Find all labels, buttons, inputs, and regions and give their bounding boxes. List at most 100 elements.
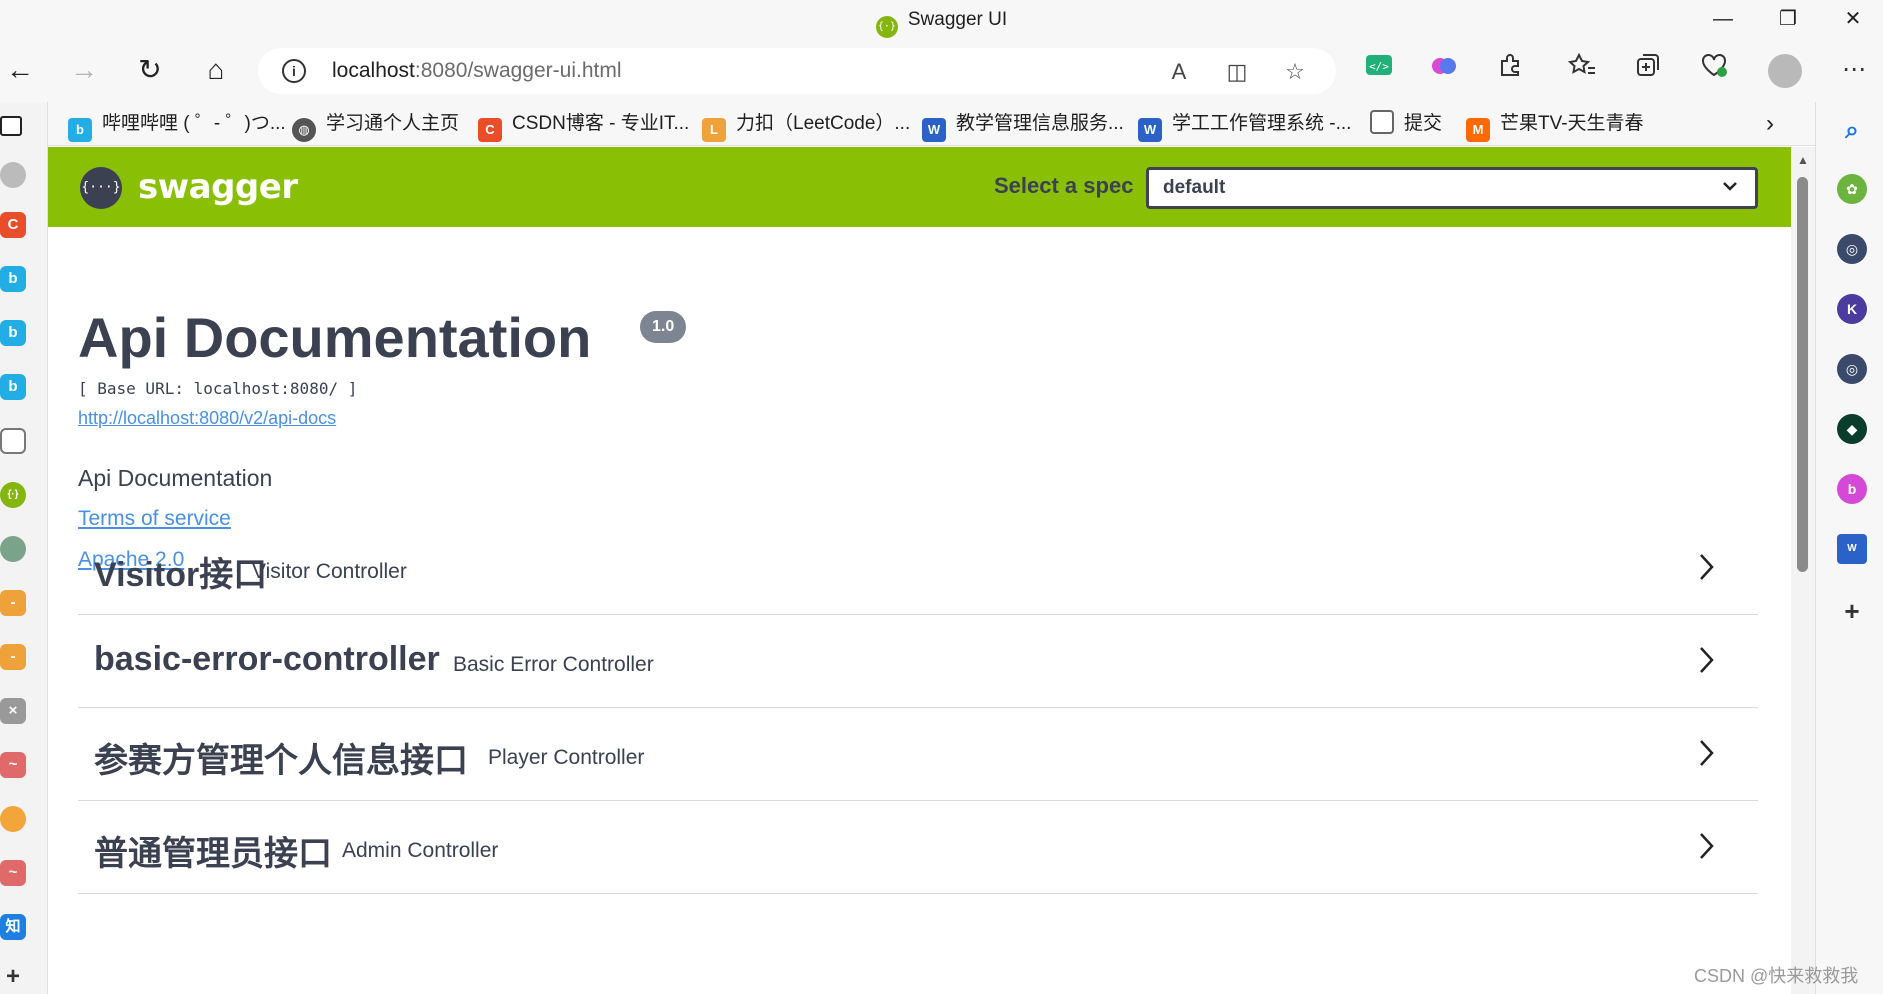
tab-leaf-icon[interactable] <box>0 536 26 562</box>
svg-text:</>: </> <box>1369 60 1389 73</box>
spring-icon[interactable]: ✿ <box>1837 174 1867 204</box>
close-button[interactable]: ✕ <box>1823 0 1883 40</box>
bookmark-teaching[interactable]: W 教学管理信息服务... <box>922 110 1124 142</box>
csdn-watermark: CSDN @快来救救我 <box>1694 966 1859 986</box>
home-icon[interactable]: ⌂ <box>196 50 236 90</box>
swagger-favicon-icon: {·} <box>875 16 898 38</box>
app-icon[interactable]: ◎ <box>1837 354 1867 384</box>
bookmark-label: 教学管理信息服务... <box>956 113 1124 134</box>
tab-bilibili-icon[interactable]: b <box>0 266 26 292</box>
tag-description: Basic Error Controller <box>453 653 654 676</box>
tab-swagger-icon[interactable]: {·} <box>0 482 26 508</box>
tab-zhihu-icon[interactable]: 知 <box>0 914 26 940</box>
bookmark-label: 学习通个人主页 <box>326 113 460 134</box>
profile-avatar[interactable] <box>1768 54 1802 88</box>
page-scrollbar[interactable]: ▲ <box>1791 147 1815 994</box>
tag-section-visitor[interactable]: Visitor接口 Visitor Controller <box>78 522 1758 615</box>
restore-button[interactable]: ❐ <box>1758 0 1818 40</box>
tab-actions-icon[interactable] <box>0 116 22 136</box>
tag-name: 普通管理员接口 <box>94 835 332 873</box>
tab-error-page-icon[interactable]: × <box>0 698 26 724</box>
scroll-up-arrow-icon[interactable]: ▲ <box>1797 153 1809 167</box>
chevron-right-icon[interactable] <box>1696 643 1716 684</box>
devtools-extension-icon[interactable]: </> <box>1361 52 1397 88</box>
tag-description: Visitor Controller <box>252 560 407 583</box>
csdn-icon: C <box>478 118 502 142</box>
back-arrow-icon[interactable]: ← <box>0 50 40 90</box>
tab-csdn-icon[interactable]: C <box>0 212 26 238</box>
tag-name: Visitor接口 <box>94 556 268 594</box>
window-title-bar: {·} Swagger UI — ❐ ✕ <box>0 0 1883 40</box>
bookmark-mangotv[interactable]: M 芒果TV-天生青春 <box>1466 110 1644 142</box>
bookmark-label: 哔哩哔哩 ( ゜- ゜)つ... <box>102 113 286 134</box>
bookmarks-overflow-chevron-icon[interactable]: › <box>1766 110 1774 138</box>
scrollbar-thumb[interactable] <box>1797 177 1808 572</box>
page-icon <box>1370 110 1394 134</box>
app-icon[interactable]: ◎ <box>1837 234 1867 264</box>
bookmark-xuexitong[interactable]: ◍ 学习通个人主页 <box>292 110 460 142</box>
tag-description: Player Controller <box>488 746 645 769</box>
url-text[interactable]: localhost:8080/swagger-ui.html <box>332 59 622 83</box>
tab-page-icon[interactable] <box>0 428 26 454</box>
school-icon: W <box>1138 118 1162 142</box>
spec-select[interactable]: default <box>1146 167 1758 209</box>
globe-icon: ◍ <box>292 118 316 142</box>
forward-arrow-icon[interactable]: → <box>64 50 104 90</box>
spec-select-value: default <box>1163 177 1226 198</box>
address-bar[interactable]: i localhost:8080/swagger-ui.html A ◫ ☆ <box>258 48 1336 94</box>
browser-essentials-icon[interactable] <box>1696 52 1732 88</box>
bookmark-label: CSDN博客 - 专业IT... <box>512 113 690 134</box>
k-app-icon[interactable]: K <box>1837 294 1867 324</box>
tab-wave-icon[interactable]: ~ <box>0 752 26 778</box>
tab-bilibili-icon[interactable]: b <box>0 374 26 400</box>
tag-section-player[interactable]: 参赛方管理个人信息接口 Player Controller <box>78 708 1758 801</box>
chevron-down-icon <box>1721 177 1739 200</box>
leetcode-icon: L <box>702 118 726 142</box>
bookmark-csdn[interactable]: C CSDN博客 - 专业IT... <box>478 110 690 142</box>
bookmark-submit[interactable]: 提交 <box>1370 110 1442 138</box>
reload-icon[interactable]: ↻ <box>130 50 170 90</box>
tag-section-basic-error[interactable]: basic-error-controller Basic Error Contr… <box>78 615 1758 708</box>
search-icon[interactable]: ⌕ <box>1837 116 1867 146</box>
chevron-right-icon[interactable] <box>1696 550 1716 591</box>
split-screen-icon[interactable]: ◫ <box>1222 57 1252 87</box>
new-tab-plus-icon[interactable]: + <box>0 964 26 990</box>
mangotv-icon: M <box>1466 118 1490 142</box>
add-sidebar-app-icon[interactable]: + <box>1837 596 1867 626</box>
bookmark-label: 芒果TV-天生青春 <box>1500 113 1644 134</box>
brain-extension-icon[interactable] <box>1426 52 1462 88</box>
school-icon: W <box>922 118 946 142</box>
vertical-tabs-bar: C b b b {·} - - × ~ ~ 知 + <box>0 102 48 994</box>
url-path: :8080/swagger-ui.html <box>414 59 622 82</box>
swagger-logo-icon: {···} <box>80 167 122 209</box>
chevron-right-icon[interactable] <box>1696 736 1716 777</box>
more-menu-icon[interactable]: ⋯ <box>1836 52 1872 88</box>
bookmark-student-affairs[interactable]: W 学工工作管理系统 -... <box>1138 110 1351 142</box>
tab-chrome-icon[interactable] <box>0 806 26 832</box>
bing-icon[interactable]: b <box>1837 474 1867 504</box>
api-description: Api Documentation <box>78 465 273 491</box>
minimize-button[interactable]: — <box>1693 0 1753 40</box>
extensions-puzzle-icon[interactable] <box>1492 52 1528 88</box>
chevron-right-icon[interactable] <box>1696 829 1716 870</box>
tab-bilibili-icon[interactable]: b <box>0 320 26 346</box>
tab-code-icon[interactable]: - <box>0 644 26 670</box>
bilibili-icon: b <box>68 118 92 142</box>
school-app-icon[interactable]: W <box>1837 534 1867 564</box>
tab-code-icon[interactable]: - <box>0 590 26 616</box>
read-aloud-icon[interactable]: A <box>1164 57 1194 87</box>
version-badge: 1.0 <box>640 311 687 343</box>
tag-section-admin[interactable]: 普通管理员接口 Admin Controller <box>78 801 1758 894</box>
bookmark-bilibili[interactable]: b 哔哩哔哩 ( ゜- ゜)つ... <box>68 110 286 142</box>
mongodb-icon[interactable]: ◆ <box>1837 414 1867 444</box>
api-docs-link[interactable]: http://localhost:8080/v2/api-docs <box>78 408 336 429</box>
tab-globe-icon[interactable] <box>0 162 26 188</box>
favorite-star-icon[interactable]: ☆ <box>1280 57 1310 87</box>
favorites-list-icon[interactable] <box>1564 52 1600 88</box>
tag-name: basic-error-controller <box>94 640 440 678</box>
collections-icon[interactable] <box>1630 52 1666 88</box>
site-info-icon[interactable]: i <box>282 59 306 83</box>
bookmark-leetcode[interactable]: L 力扣（LeetCode）... <box>702 110 910 142</box>
url-host: localhost <box>332 59 415 82</box>
tab-wave-icon[interactable]: ~ <box>0 860 26 886</box>
